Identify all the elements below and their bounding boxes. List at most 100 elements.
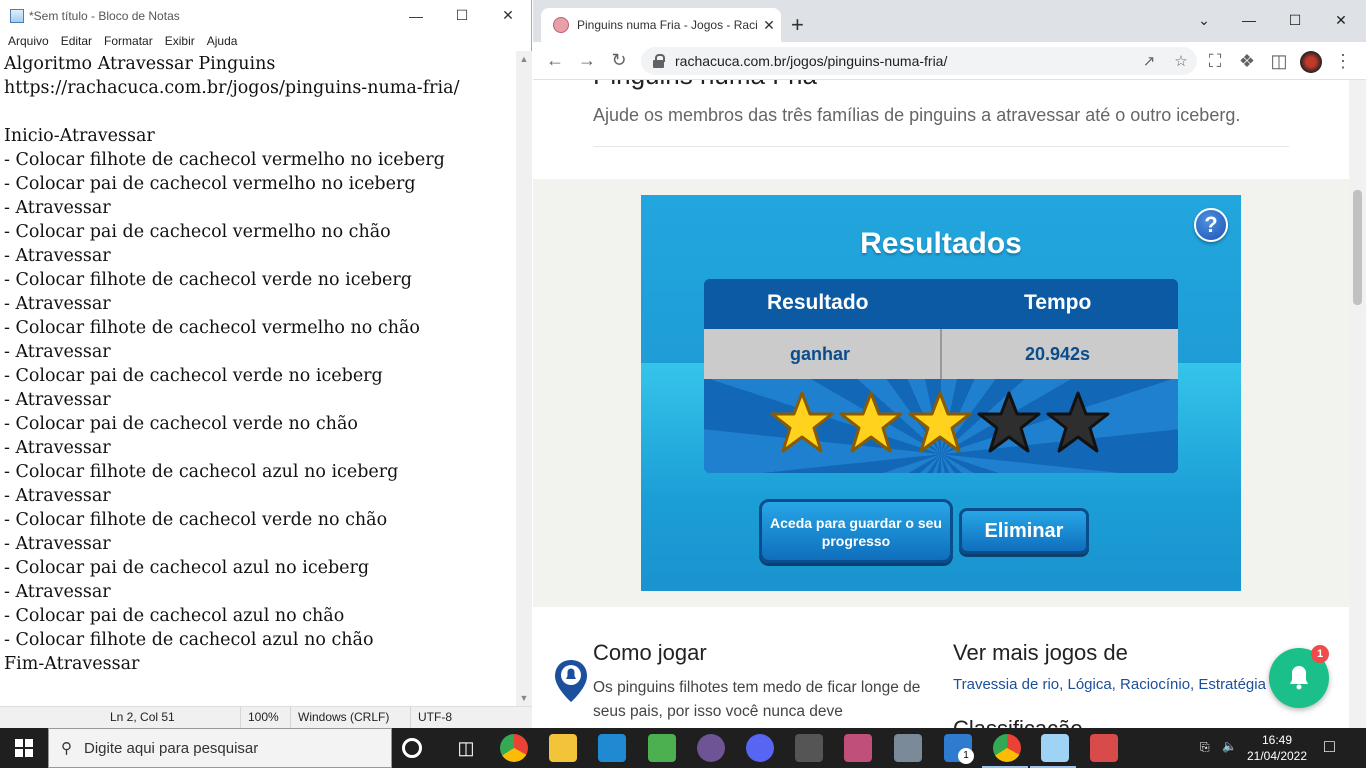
site-favicon-icon [553, 17, 569, 33]
minimize-button[interactable]: — [393, 0, 439, 31]
github-icon[interactable] [697, 734, 725, 762]
app-icon[interactable] [795, 734, 823, 762]
vscode-icon[interactable] [598, 734, 626, 762]
scroll-up-icon[interactable]: ▲ [516, 51, 532, 67]
browser-toolbar: ← → ↻ rachacuca.com.br/jogos/pinguins-nu… [533, 42, 1366, 80]
menu-editar[interactable]: Editar [55, 34, 98, 48]
reload-icon[interactable]: ↻ [603, 45, 635, 77]
result-column-header: Resultado [767, 291, 869, 314]
notepad-taskbar-icon[interactable] [1041, 734, 1069, 762]
more-games-title: Ver mais jogos de [953, 640, 1128, 665]
notepad-window: *Sem título - Bloco de Notas — ☐ ✕ Arqui… [0, 0, 532, 729]
extensions-icon[interactable]: ❖ [1231, 45, 1263, 77]
notification-center-icon[interactable]: □ [1324, 736, 1335, 757]
star-icon [1046, 391, 1110, 453]
star-icon [839, 391, 903, 453]
clock-time: 16:49 [1261, 733, 1293, 747]
time-value: 20.942s [1025, 344, 1091, 364]
menu-kebab-icon[interactable]: ⋮ [1327, 45, 1359, 77]
side-panel-icon[interactable]: ◫ [1263, 45, 1295, 77]
status-line-ending: Windows (CRLF) [298, 710, 390, 724]
bookmark-star-icon[interactable]: ☆ [1165, 52, 1197, 70]
windows-taskbar: ⚲ Digite aqui para pesquisar ◫ 1 ⎘ 🔈 16:… [0, 728, 1366, 768]
app-icon[interactable] [894, 734, 922, 762]
notepad-title: *Sem título - Bloco de Notas [29, 8, 180, 23]
network-icon[interactable]: ⎘ [1200, 740, 1210, 755]
taskbar-search-box[interactable]: ⚲ Digite aqui para pesquisar [48, 728, 392, 768]
notepad-icon [10, 8, 24, 23]
windows-logo-icon [15, 739, 33, 757]
classification-title: Classificação [953, 716, 1083, 728]
notepad-titlebar[interactable]: *Sem título - Bloco de Notas — ☐ ✕ [0, 0, 531, 31]
page-description: Ajude os membros das três famílias de pi… [593, 105, 1241, 125]
notepad-statusbar: Ln 2, Col 51 100% Windows (CRLF) UTF-8 [0, 706, 532, 729]
task-view-icon[interactable]: ◫ [452, 734, 480, 762]
page-title: Pinguins numa Fria [593, 80, 817, 91]
share-icon[interactable]: ↗ [1133, 52, 1165, 70]
notepad-text-area[interactable]: Algoritmo Atravessar Pinguins https://ra… [0, 51, 516, 706]
menu-ajuda[interactable]: Ajuda [201, 34, 244, 48]
url-text[interactable]: rachacuca.com.br/jogos/pinguins-numa-fri… [675, 53, 1133, 69]
scroll-thumb[interactable] [1353, 190, 1362, 305]
discord-icon[interactable] [746, 734, 774, 762]
menu-arquivo[interactable]: Arquivo [2, 34, 55, 48]
close-button[interactable]: ✕ [485, 0, 531, 31]
app-icon[interactable] [1090, 734, 1118, 762]
divider [593, 146, 1289, 147]
taskbar-clock[interactable]: 16:49 21/04/2022 [1240, 732, 1314, 764]
new-tab-icon[interactable]: + [791, 12, 804, 38]
screenshot-icon[interactable]: ⛶ [1199, 45, 1231, 77]
chevron-down-icon[interactable]: ⌄ [1181, 5, 1227, 35]
time-column-header: Tempo [1024, 291, 1092, 314]
tab-close-icon[interactable]: ✕ [757, 17, 781, 34]
result-value: ganhar [790, 344, 851, 364]
star-icon [770, 391, 834, 453]
page-viewport: Pinguins numa Fria Ajude os membros das … [533, 80, 1349, 728]
results-title: Resultados [860, 227, 1022, 260]
cortana-icon[interactable] [402, 738, 422, 758]
notification-badge: 1 [1311, 645, 1329, 663]
browser-tab[interactable]: Pinguins numa Fria - Jogos - Raci ✕ [541, 8, 781, 42]
how-to-play-text: Os pinguins filhotes tem medo de ficar l… [593, 679, 921, 720]
scroll-down-icon[interactable]: ▼ [516, 690, 532, 706]
app-icon[interactable] [844, 734, 872, 762]
lock-icon [653, 54, 665, 68]
more-games-links[interactable]: Travessia de rio, Lógica, Raciocínio, Es… [953, 676, 1266, 693]
status-position: Ln 2, Col 51 [110, 710, 175, 724]
browser-window: Pinguins numa Fria - Jogos - Raci ✕ + ⌄ … [533, 0, 1366, 728]
notification-pin-icon[interactable] [553, 658, 589, 704]
search-icon: ⚲ [61, 740, 72, 757]
results-table: Resultado Tempo ganhar 20.942s [704, 279, 1178, 473]
back-icon[interactable]: ← [539, 45, 571, 77]
notepad-menubar: Arquivo Editar Formatar Exibir Ajuda [0, 31, 531, 51]
tab-title: Pinguins numa Fria - Jogos - Raci [577, 18, 757, 32]
status-zoom: 100% [248, 710, 279, 724]
volume-icon[interactable]: 🔈 [1222, 739, 1237, 753]
browser-scrollbar[interactable] [1349, 80, 1366, 728]
file-explorer-icon[interactable] [549, 734, 577, 762]
profile-avatar[interactable] [1300, 51, 1322, 73]
start-button[interactable] [0, 728, 48, 768]
minimize-button[interactable]: — [1226, 5, 1272, 35]
address-bar[interactable]: rachacuca.com.br/jogos/pinguins-numa-fri… [641, 47, 1197, 75]
login-save-progress-button[interactable]: Aceda para guardar o seu progresso [759, 499, 953, 563]
game-panel[interactable]: ? Resultados Resultado Tempo ganhar 20.9… [641, 195, 1241, 591]
status-encoding: UTF-8 [418, 710, 452, 724]
maximize-button[interactable]: ☐ [1272, 5, 1318, 35]
results-value-row: ganhar 20.942s [704, 329, 1178, 379]
chrome-taskbar-icon[interactable] [500, 734, 528, 762]
eliminate-button[interactable]: Eliminar [959, 508, 1089, 554]
node-icon[interactable] [648, 734, 676, 762]
taskbar-badge: 1 [958, 748, 974, 764]
search-placeholder: Digite aqui para pesquisar [84, 739, 259, 757]
menu-exibir[interactable]: Exibir [159, 34, 201, 48]
close-button[interactable]: ✕ [1318, 5, 1364, 35]
clock-date: 21/04/2022 [1246, 749, 1308, 763]
chrome-active-icon[interactable] [993, 734, 1021, 762]
menu-formatar[interactable]: Formatar [98, 34, 159, 48]
notepad-scrollbar[interactable]: ▲ ▼ [516, 51, 532, 706]
forward-icon[interactable]: → [571, 45, 603, 77]
how-to-play-title: Como jogar [593, 640, 707, 665]
results-header-row: Resultado Tempo [704, 279, 1178, 329]
maximize-button[interactable]: ☐ [439, 0, 485, 31]
